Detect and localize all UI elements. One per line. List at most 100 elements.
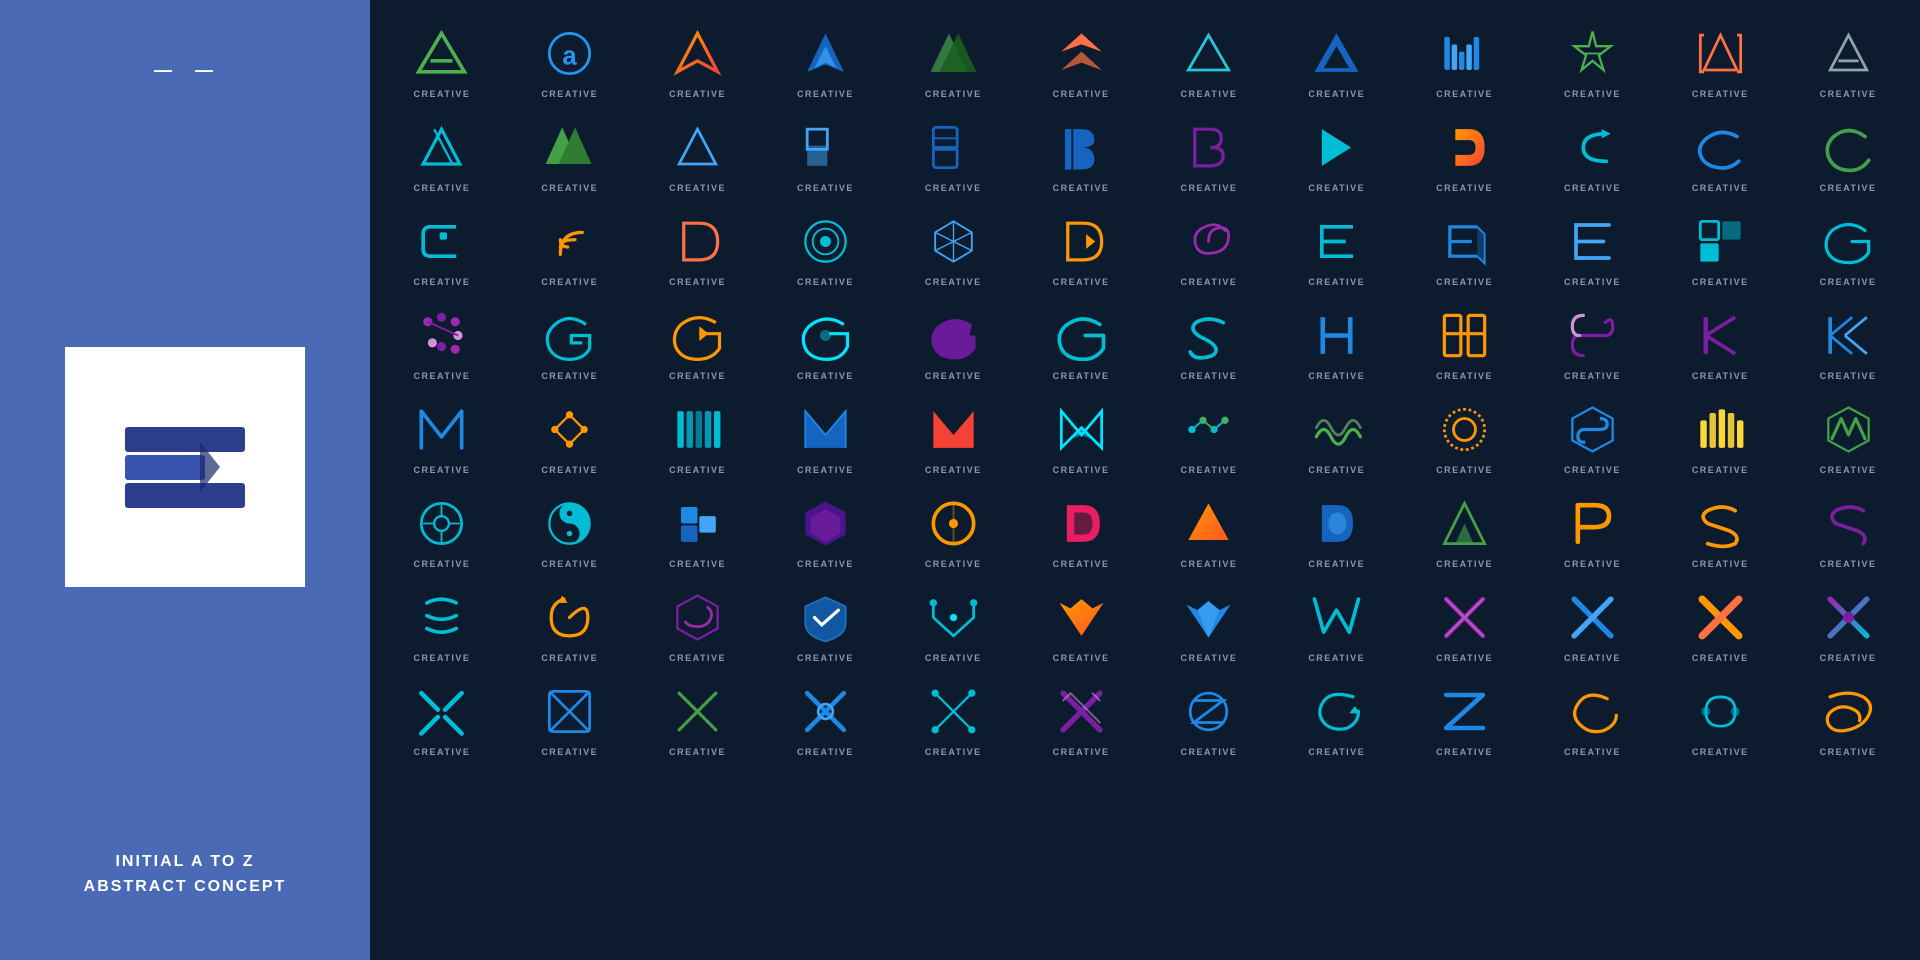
logo-icon <box>1051 587 1111 647</box>
logo-cell[interactable]: CREATIVE <box>1786 391 1910 481</box>
logo-cell[interactable]: CREATIVE <box>636 485 760 575</box>
logo-cell[interactable]: CREATIVE <box>636 391 760 481</box>
logo-cell[interactable]: CREATIVE <box>1786 579 1910 669</box>
logo-cell[interactable]: CREATIVE <box>891 15 1015 105</box>
logo-cell[interactable]: CREATIVE <box>1019 297 1143 387</box>
logo-cell[interactable]: CREATIVE <box>1275 673 1399 763</box>
logo-cell[interactable]: CREATIVE <box>1531 15 1655 105</box>
logo-cell[interactable]: CREATIVE <box>764 391 888 481</box>
logo-cell[interactable]: CREATIVE <box>1786 673 1910 763</box>
logo-cell[interactable]: CREATIVE <box>764 109 888 199</box>
logo-cell[interactable]: CREATIVE <box>380 297 504 387</box>
logo-cell[interactable]: CREATIVE <box>380 673 504 763</box>
logo-cell[interactable]: CREATIVE <box>891 673 1015 763</box>
logo-cell[interactable]: CREATIVE <box>380 203 504 293</box>
logo-cell[interactable]: CREATIVE <box>636 673 760 763</box>
logo-cell[interactable]: CREATIVE <box>380 109 504 199</box>
logo-cell[interactable]: CREATIVE <box>1019 579 1143 669</box>
logo-cell[interactable]: CREATIVE <box>1531 109 1655 199</box>
logo-cell[interactable]: CREATIVE <box>508 485 632 575</box>
logo-cell[interactable]: CREATIVE <box>1403 203 1527 293</box>
logo-cell[interactable]: CREATIVE <box>1658 391 1782 481</box>
logo-cell[interactable]: CREATIVE <box>508 297 632 387</box>
logo-cell[interactable]: CREATIVE <box>1275 297 1399 387</box>
logo-cell[interactable]: CREATIVE <box>1403 391 1527 481</box>
logo-cell[interactable]: CREATIVE <box>380 391 504 481</box>
logo-cell[interactable]: CREATIVE <box>1403 109 1527 199</box>
logo-cell[interactable]: CREATIVE <box>1019 391 1143 481</box>
logo-cell[interactable]: CREATIVE <box>764 579 888 669</box>
logo-cell[interactable]: CREATIVE <box>1275 391 1399 481</box>
logo-cell[interactable]: CREATIVE <box>1403 15 1527 105</box>
logo-cell[interactable]: CREATIVE <box>891 579 1015 669</box>
logo-cell[interactable]: CREATIVE <box>1658 297 1782 387</box>
logo-cell[interactable]: CREATIVE <box>636 109 760 199</box>
logo-cell[interactable]: CREATIVE <box>1275 203 1399 293</box>
logo-cell[interactable]: CREATIVE <box>1658 579 1782 669</box>
logo-label: CREATIVE <box>1308 465 1365 475</box>
logo-cell[interactable]: CREATIVE <box>1275 579 1399 669</box>
logo-cell[interactable]: CREATIVE <box>1147 579 1271 669</box>
logo-cell[interactable]: CREATIVE <box>380 485 504 575</box>
logo-cell[interactable]: CREATIVE <box>1531 203 1655 293</box>
logo-cell[interactable]: CREATIVE <box>1147 15 1271 105</box>
logo-cell[interactable]: CREATIVE <box>380 15 504 105</box>
logo-cell[interactable]: CREATIVE <box>1147 109 1271 199</box>
logo-cell[interactable]: CREATIVE <box>1531 673 1655 763</box>
logo-cell[interactable]: CREATIVE <box>380 579 504 669</box>
logo-cell[interactable]: CREATIVE <box>508 391 632 481</box>
logo-cell[interactable]: CREATIVE <box>1403 485 1527 575</box>
logo-cell[interactable]: CREATIVE <box>1019 485 1143 575</box>
logo-cell[interactable]: CREATIVE <box>1786 109 1910 199</box>
logo-cell[interactable]: CREATIVE <box>1531 579 1655 669</box>
logo-cell[interactable]: CREATIVE <box>636 297 760 387</box>
logo-cell[interactable]: CREATIVE <box>636 15 760 105</box>
logo-cell[interactable]: aCREATIVE <box>508 15 632 105</box>
logo-cell[interactable]: CREATIVE <box>636 579 760 669</box>
logo-cell[interactable]: CREATIVE <box>508 673 632 763</box>
logo-cell[interactable]: CREATIVE <box>1658 203 1782 293</box>
logo-cell[interactable]: CREATIVE <box>764 673 888 763</box>
logo-cell[interactable]: CREATIVE <box>1786 297 1910 387</box>
logo-cell[interactable]: CREATIVE <box>1658 485 1782 575</box>
logo-cell[interactable]: CREATIVE <box>1275 109 1399 199</box>
logo-cell[interactable]: CREATIVE <box>1275 15 1399 105</box>
logo-cell[interactable]: CREATIVE <box>1147 297 1271 387</box>
logo-cell[interactable]: CREATIVE <box>1658 15 1782 105</box>
logo-cell[interactable]: CREATIVE <box>508 109 632 199</box>
logo-cell[interactable]: CREATIVE <box>1403 579 1527 669</box>
logo-cell[interactable]: CREATIVE <box>1147 203 1271 293</box>
logo-cell[interactable]: CREATIVE <box>764 203 888 293</box>
logo-cell[interactable]: CREATIVE <box>1147 485 1271 575</box>
logo-cell[interactable]: CREATIVE <box>1531 391 1655 481</box>
logo-cell[interactable]: CREATIVE <box>1147 391 1271 481</box>
logo-label: CREATIVE <box>541 747 598 757</box>
logo-cell[interactable]: CREATIVE <box>891 203 1015 293</box>
logo-cell[interactable]: CREATIVE <box>1786 203 1910 293</box>
logo-cell[interactable]: CREATIVE <box>636 203 760 293</box>
logo-cell[interactable]: CREATIVE <box>764 297 888 387</box>
logo-cell[interactable]: CREATIVE <box>1786 485 1910 575</box>
logo-cell[interactable]: CREATIVE <box>1019 15 1143 105</box>
logo-cell[interactable]: CREATIVE <box>764 15 888 105</box>
logo-cell[interactable]: CREATIVE <box>1531 485 1655 575</box>
logo-cell[interactable]: CREATIVE <box>508 203 632 293</box>
logo-cell[interactable]: CREATIVE <box>1019 203 1143 293</box>
logo-cell[interactable]: CREATIVE <box>891 391 1015 481</box>
logo-cell[interactable]: CREATIVE <box>1658 673 1782 763</box>
logo-cell[interactable]: CREATIVE <box>1275 485 1399 575</box>
logo-cell[interactable]: CREATIVE <box>764 485 888 575</box>
logo-cell[interactable]: CREATIVE <box>1147 673 1271 763</box>
logo-cell[interactable]: CREATIVE <box>1403 297 1527 387</box>
logo-cell[interactable]: CREATIVE <box>1019 109 1143 199</box>
logo-icon <box>668 117 728 177</box>
logo-cell[interactable]: CREATIVE <box>1019 673 1143 763</box>
logo-cell[interactable]: CREATIVE <box>891 109 1015 199</box>
logo-cell[interactable]: CREATIVE <box>1786 15 1910 105</box>
logo-cell[interactable]: CREATIVE <box>508 579 632 669</box>
logo-cell[interactable]: CREATIVE <box>1658 109 1782 199</box>
logo-cell[interactable]: CREATIVE <box>1531 297 1655 387</box>
logo-cell[interactable]: CREATIVE <box>1403 673 1527 763</box>
logo-cell[interactable]: CREATIVE <box>891 485 1015 575</box>
logo-cell[interactable]: CREATIVE <box>891 297 1015 387</box>
